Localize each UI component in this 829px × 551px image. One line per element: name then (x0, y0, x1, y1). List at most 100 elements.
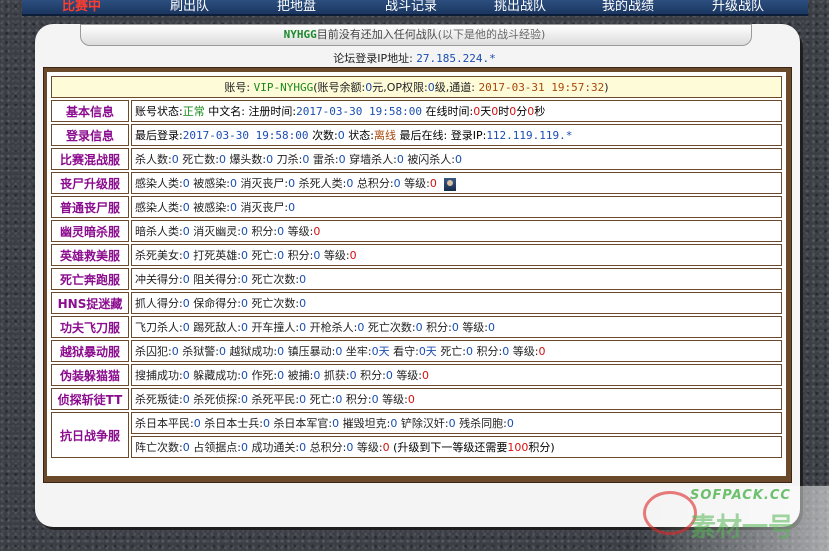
nav-item-2[interactable]: 刷出队 (170, 0, 209, 14)
stat-key: 死亡: (440, 345, 467, 358)
stat-value: 0 (382, 441, 390, 454)
mode-row: HNS捉迷藏 抓人得分:0 保命得分:0 死亡次数:0 (51, 292, 782, 314)
mode-label: 英雄救美服 (51, 244, 129, 266)
nav-item-5[interactable]: 挑出战队 (494, 0, 546, 14)
upgrade-note-value: 100 (507, 441, 529, 454)
stat-value: 0 (182, 321, 190, 334)
player-avatar-icon (444, 177, 457, 191)
op-key: OP权限: (386, 81, 428, 94)
stat-value: 0 (346, 441, 354, 454)
stat-key: 冲关得分: (135, 273, 183, 286)
stat-value: 0 (393, 177, 401, 190)
stat-key: 打死英雄: (193, 249, 241, 262)
stat-value: 0 (332, 417, 340, 430)
stat-key: 死亡: (309, 393, 336, 406)
mode-row: 功夫飞刀服 飞刀杀人:0 踢死敌人:0 开车撞人:0 开枪杀人:0 死亡次数:0 … (51, 316, 782, 338)
stat-value: 0 (466, 345, 474, 358)
forum-ip-value: 27.185.224.* (416, 52, 496, 65)
account-name: VIP-NYHGG (253, 81, 314, 94)
basic-info-values: 账号状态:正常 中文名: 注册时间:2017-03-30 19:58:00 在线… (131, 100, 782, 122)
op-value: 0 (427, 81, 435, 94)
stat-key: 死亡次数: (251, 273, 300, 286)
mode-label: 比赛混战服 (51, 148, 129, 170)
stat-value: 0 (240, 249, 248, 262)
stat-key: 总积分: (309, 441, 347, 454)
stat-value: 0天 (371, 345, 390, 358)
stats-table: 账号: VIP-NYHGG(账号余额: 0 元,OP权限: 0 级,通道: 2017-0… (49, 74, 784, 460)
stat-value: 0 (349, 369, 357, 382)
basic-info-label: 基本信息 (51, 100, 129, 122)
mode-label: 幽灵暗杀服 (51, 220, 129, 242)
war-row-1: 抗日战争服 杀日本平民:0 杀日本士兵:0 杀日本军官:0 摧毁坦克:0 铲除汉… (51, 412, 782, 458)
team-notice: NYHGG目前没有还加入任何战队(以下是他的战斗经验) (0, 26, 829, 42)
stat-key: 积分: (251, 225, 278, 238)
login-info-values: 最后登录:2017-03-30 19:58:00 次数:0 状态:离线 最后在线… (131, 124, 782, 146)
stat-key: 铲除汉奸: (400, 417, 449, 430)
stat-key: 积分: (426, 321, 452, 334)
stat-value: 0 (313, 369, 321, 382)
stat-key: 越狱成功: (229, 345, 278, 358)
last-login-key: 最后登录: (135, 129, 183, 142)
stat-key: 躲藏成功: (193, 369, 241, 382)
stat-key: 杀日本士兵: (204, 417, 263, 430)
war-line-2: 阵亡次数:0 占领据点:0 成功通关:0 总积分:0 等级:0 (升级到下一等级… (131, 436, 782, 458)
stat-value: 0 (313, 225, 321, 238)
stat-value: 0 (193, 417, 201, 430)
stat-key: 看守: (393, 345, 419, 358)
stat-key: 被感染: (193, 201, 230, 214)
reg-time-value: 2017-03-30 19:58:00 (296, 105, 422, 118)
mode-values: 杀囚犯:0 杀狱警:0 越狱成功:0 镇压暴动:0 坐牢:0天 看守:0天 死亡… (131, 340, 782, 362)
war-label: 抗日战争服 (51, 412, 129, 458)
stat-key: 积分: (287, 249, 314, 262)
stat-key: 摧毁坦克: (342, 417, 391, 430)
watermark-text-en: SOFPACK.CC (690, 488, 791, 503)
stat-value: 0 (422, 369, 430, 382)
stat-key: 消灭丧尸: (240, 201, 289, 214)
stat-key: 被闪杀人: (407, 153, 456, 166)
nav-item-7[interactable]: 升级战队 (712, 0, 764, 14)
mode-row: 比赛混战服 杀人数:0 死亡数:0 爆头数:0 刀杀:0 雷杀:0 穿墙杀人:0 … (51, 148, 782, 170)
stat-key: 杀死叛徒: (135, 393, 183, 406)
stat-key: 作死: (251, 369, 278, 382)
nav-item-3[interactable]: 把地盘 (277, 0, 316, 14)
login-count-value: 0 (337, 129, 345, 142)
mode-label: 功夫飞刀服 (51, 316, 129, 338)
balance-key: (账号余额: (313, 81, 366, 94)
stat-value: 0 (407, 393, 415, 406)
nav-item-6[interactable]: 我的战绩 (602, 0, 654, 14)
mode-row: 丧尸升级服 感染人类:0 被感染:0 消灭丧尸:0 杀死人类:0 总积分:0 等级… (51, 172, 782, 194)
stat-value: 0 (277, 249, 285, 262)
war-line-1: 杀日本平民:0 杀日本士兵:0 杀日本军官:0 摧毁坦克:0 铲除汉奸:0 残杀… (131, 412, 782, 434)
online-hours-unit: 时 (498, 105, 510, 118)
nav-item-4[interactable]: 战斗记录 (385, 0, 437, 14)
stat-value: 0 (288, 201, 296, 214)
stat-value: 0 (371, 393, 379, 406)
stat-value: 0 (277, 345, 285, 358)
mode-values: 冲关得分:0 阻关得分:0 死亡次数:0 (131, 268, 782, 290)
stat-key: 残杀同胞: (459, 417, 507, 430)
team-name: NYHGG (283, 28, 317, 41)
login-info-row: 登录信息 最后登录:2017-03-30 19:58:00 次数:0 状态:离线… (51, 124, 782, 146)
stat-value: 0 (218, 153, 226, 166)
stat-key: 积分: (360, 369, 386, 382)
nav-item-1[interactable]: 比赛中 (62, 0, 101, 14)
mode-row: 死亡奔跑服 冲关得分:0 阻关得分:0 死亡次数:0 (51, 268, 782, 290)
stat-value: 0 (182, 249, 190, 262)
stat-value: 0 (240, 225, 248, 238)
login-info-label: 登录信息 (51, 124, 129, 146)
stat-value: 0 (229, 201, 237, 214)
upgrade-note-post: 积分) (528, 441, 555, 454)
stat-value: 0 (451, 321, 459, 334)
stat-value: 0 (266, 153, 274, 166)
stat-key: 死亡数: (182, 153, 219, 166)
channel-value: 2017-03-31 19:57:32 (478, 81, 605, 94)
stat-key: 积分: (345, 393, 372, 406)
stat-value: 0 (299, 393, 307, 406)
stat-value: 0 (182, 369, 190, 382)
stat-value: 0 (335, 345, 343, 358)
stat-value: 0 (182, 225, 190, 238)
watermark-text-cn: 素材一号 (690, 513, 795, 543)
last-login-value: 2017-03-30 19:58:00 (182, 129, 309, 142)
stat-value: 0 (229, 177, 237, 190)
stat-value: 0 (240, 321, 248, 334)
